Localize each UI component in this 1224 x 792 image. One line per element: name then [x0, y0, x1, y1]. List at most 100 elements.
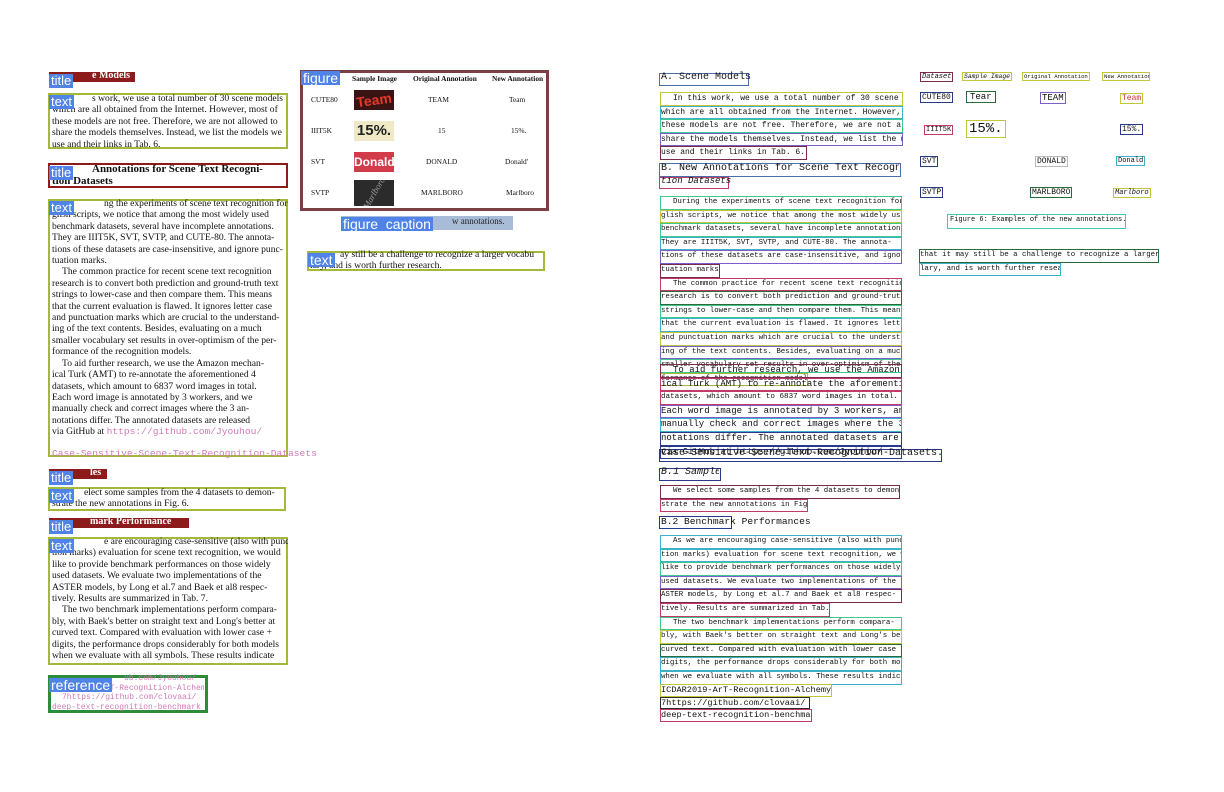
rp-text-line: As we are encouraging case-sensitive (al… [660, 535, 902, 549]
layout-tag-reference: reference [49, 677, 113, 693]
text-line: ng the experiments of scene text recogni… [104, 198, 288, 209]
rp-text-line: digits, the performance drops considerab… [660, 657, 902, 671]
text-line: tion marks) evaluation for scene text re… [52, 547, 281, 559]
rp-fig-original: TEAM [1040, 92, 1066, 104]
text-line: that the current evaluation is flawed. I… [52, 300, 273, 312]
sample-image: Team [354, 90, 394, 110]
rp-text-line: manually check and correct images where … [660, 418, 902, 432]
rp-text-line: tions of these datasets are case-insensi… [660, 250, 902, 264]
text-line: tions of these datasets are case-insensi… [52, 243, 283, 255]
text-line: To aid further research, we use the Amaz… [62, 357, 265, 369]
github-link-continued[interactable]: Case-Sensitive-Scene-Text-Recognition-Da… [52, 448, 317, 460]
sample-image-word: Marlboro [360, 180, 387, 206]
rp-text-line: glish scripts, we notice that among the … [660, 209, 902, 224]
paragraph-scene-models: s work, we use a total number of 30 scen… [52, 93, 288, 150]
rp-fig-new: Team [1120, 93, 1144, 104]
row-original: MARLBORO [421, 188, 463, 197]
text-line: ing of the text contents. Besides, evalu… [52, 323, 262, 335]
paragraph-samples: elect some samples from the 4 datasets t… [52, 487, 286, 510]
text-line: bly, with Baek's better on straight text… [52, 615, 276, 627]
rp-fig-sample: Tear [966, 91, 996, 103]
rp-text-line: share the models themselves. Instead, we… [660, 132, 903, 147]
rp-text-line: curved text. Compared with evaluation wi… [660, 643, 902, 658]
layout-tag-title: title [49, 519, 74, 534]
row-new: Donald' [505, 157, 529, 166]
rp-reference-line[interactable]: ICDAR2019-ArT-Recognition-Alchemy [660, 684, 833, 697]
text-line: via GitHub at https://github.com/Jyouhou… [52, 426, 288, 437]
figure-caption-text: w annotations. [452, 216, 505, 226]
title-scene-models: e Models [92, 70, 131, 81]
rp-paragraph-new-annotations: During the experiments of scene text rec… [660, 196, 902, 387]
rp-text-line: when we evaluate with all symbols. These… [660, 670, 902, 685]
rp-text-line: During the experiments of scene text rec… [660, 196, 902, 210]
text-line: formance of the recognition models. [52, 346, 192, 358]
rp-text-line: lary, and is worth further research. [919, 262, 1061, 277]
paragraph-figure: ay still be a challenge to recognize a l… [310, 250, 543, 271]
text-line: benchmark datasets, several have incompl… [52, 220, 274, 232]
rp-text-line: tion marks) evaluation for scene text re… [660, 548, 902, 563]
row-dataset: SVTP [311, 188, 330, 197]
rp-text-line: benchmark datasets, several have incompl… [660, 223, 902, 237]
rp-text-line: bly, with Baek's better on straight text… [660, 630, 902, 644]
rp-text-line: and punctuation marks which are crucial … [660, 331, 902, 346]
text-line: tively. Results are summarized in Tab. 7… [52, 593, 208, 605]
rp-text-line: ical Turk (AMT) to re-annotate the afore… [660, 377, 902, 392]
text-line: digits, the performance drops considerab… [52, 638, 279, 650]
rp-fig-header: New Annotation [1102, 72, 1150, 81]
text-line: datasets, which amount to 6837 word imag… [52, 380, 257, 392]
reference-line[interactable]: 7https://github.com/clovaai/ [52, 693, 204, 703]
rp-title-scene-models: A. Scene Models [661, 72, 752, 83]
rp-fig-dataset: SVT [920, 156, 939, 167]
text-line: ASTER models, by Long et al.7 and Baek e… [52, 581, 268, 593]
rp-text-line: Each word image is annotated by 3 worker… [660, 404, 902, 419]
figure-table: Sample Image Original Annotation New Ann… [304, 74, 546, 86]
rp-text-line: We select some samples from the 4 datase… [660, 485, 900, 499]
rp-paragraph-samples: We select some samples from the 4 datase… [660, 485, 900, 513]
rp-text-line: To aid further research, we use the Amaz… [660, 364, 902, 378]
text-line: s work, we use a total number of 30 scen… [92, 93, 284, 104]
text-line: e are encouraging case-sensitive (also w… [104, 536, 288, 547]
layout-tag-text: text [308, 252, 335, 268]
rp-title-benchmark: B.2 Benchmark Performances [661, 516, 811, 527]
title-benchmark: mark Performance [90, 516, 172, 527]
text-line: strate the new annotations in Fig. 6. [52, 498, 189, 510]
row-new: 15%. [511, 126, 527, 135]
text-line: lary, and is worth further research. [310, 260, 442, 271]
text-line: The common practice for recent scene tex… [62, 266, 272, 278]
rp-title-datasets: tion Datasets [661, 176, 732, 186]
rp-text-line: The two benchmark implementations perfor… [660, 616, 902, 631]
sample-image: Donald [354, 152, 394, 172]
row-original: DONALD [426, 157, 458, 166]
rp-title-samples: B.1 Samples [661, 467, 719, 478]
text-line: smaller vocabulary set results in over-o… [52, 334, 277, 346]
text-line: They are IIIT5K, SVT, SVTP, and CUTE-80.… [52, 232, 275, 244]
rp-reference-line[interactable]: 7https://github.com/clovaai/ [660, 696, 810, 709]
rp-fig-dataset: IIIT5K [924, 125, 954, 135]
rp-fig-header: Dataset [920, 72, 954, 82]
rp-paragraph-scene-models: In this work, we use a total number of 3… [660, 92, 903, 160]
header-sample-image: Sample Image [352, 74, 397, 83]
rp-text-line: that it may still be a challenge to reco… [919, 249, 1159, 263]
text-line: ical Turk (AMT) to re-annotate the afore… [52, 369, 256, 381]
rp-text-line: use and their links in Tab. 6. [660, 146, 807, 160]
rp-text-line: these models are not free. Therefore, we… [660, 119, 903, 133]
reference-line[interactable]: deep-text-recognition-benchmark [52, 703, 204, 713]
github-link[interactable]: https://github.com/Jyouhou/ [107, 426, 262, 437]
text-line: tuation marks. [52, 255, 107, 267]
rp-text-line: tuation marks. [660, 263, 720, 278]
title-new-annotations: Annotations for Scene Text Recogni- tion… [52, 163, 288, 187]
text-line: The two benchmark implementations perfor… [62, 604, 277, 616]
rp-text-line: used datasets. We evaluate two implement… [660, 575, 902, 590]
rp-text-line: like to provide benchmark performances o… [660, 562, 902, 576]
rp-reference-line[interactable]: deep-text-recognition-benchmark [660, 709, 812, 722]
sample-image: 15%. [354, 121, 394, 141]
rp-fig-new: 15%. [1120, 124, 1144, 135]
rp-paragraph-figure: that it may still be a challenge to reco… [919, 249, 1159, 277]
text-line: like to provide benchmark performances o… [52, 558, 271, 570]
row-new: Team [509, 95, 526, 104]
layout-tag-text: text [49, 538, 74, 553]
row-dataset: IIIT5K [311, 126, 332, 135]
text-line: and punctuation marks which are crucial … [52, 312, 280, 324]
layout-tag-title: title [49, 73, 74, 88]
rp-github-link[interactable]: Case-Sensitive-Scene-Text-Recognition-Da… [661, 448, 943, 459]
